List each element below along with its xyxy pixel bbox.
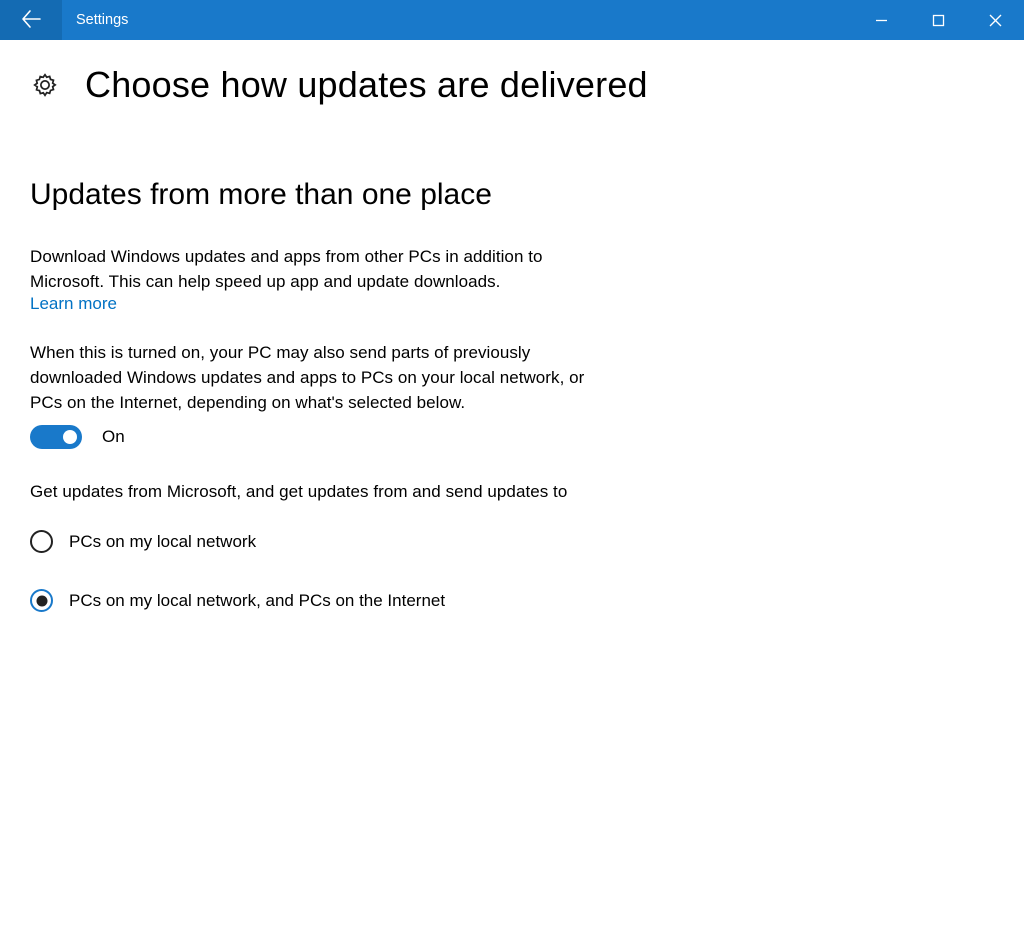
window-titlebar: Settings	[0, 0, 1024, 40]
intro-text: Download Windows updates and apps from o…	[30, 244, 590, 294]
back-button[interactable]	[0, 0, 62, 40]
toggle-row: On	[30, 425, 994, 449]
window-title: Settings	[62, 0, 853, 40]
minimize-button[interactable]	[853, 0, 910, 40]
radio-label: PCs on my local network, and PCs on the …	[69, 591, 445, 611]
radio-icon	[30, 530, 53, 553]
toggle-knob-icon	[63, 430, 77, 444]
radio-option-local[interactable]: PCs on my local network	[30, 530, 994, 553]
page-title: Choose how updates are delivered	[85, 64, 648, 106]
explain-text: When this is turned on, your PC may also…	[30, 340, 590, 415]
section-title: Updates from more than one place	[30, 178, 994, 212]
window-controls	[853, 0, 1024, 40]
maximize-button[interactable]	[910, 0, 967, 40]
arrow-left-icon	[20, 8, 42, 33]
close-icon	[989, 14, 1002, 27]
toggle-state-label: On	[102, 427, 125, 447]
radio-option-local-internet[interactable]: PCs on my local network, and PCs on the …	[30, 589, 994, 612]
page-content: Choose how updates are delivered Updates…	[0, 40, 1024, 612]
gear-icon	[32, 72, 58, 98]
maximize-icon	[932, 14, 945, 27]
learn-more-link[interactable]: Learn more	[30, 294, 117, 314]
updates-toggle[interactable]	[30, 425, 82, 449]
radio-icon	[30, 589, 53, 612]
source-prompt: Get updates from Microsoft, and get upda…	[30, 479, 590, 504]
radio-label: PCs on my local network	[69, 532, 256, 552]
minimize-icon	[875, 14, 888, 27]
close-button[interactable]	[967, 0, 1024, 40]
page-header: Choose how updates are delivered	[30, 64, 994, 106]
